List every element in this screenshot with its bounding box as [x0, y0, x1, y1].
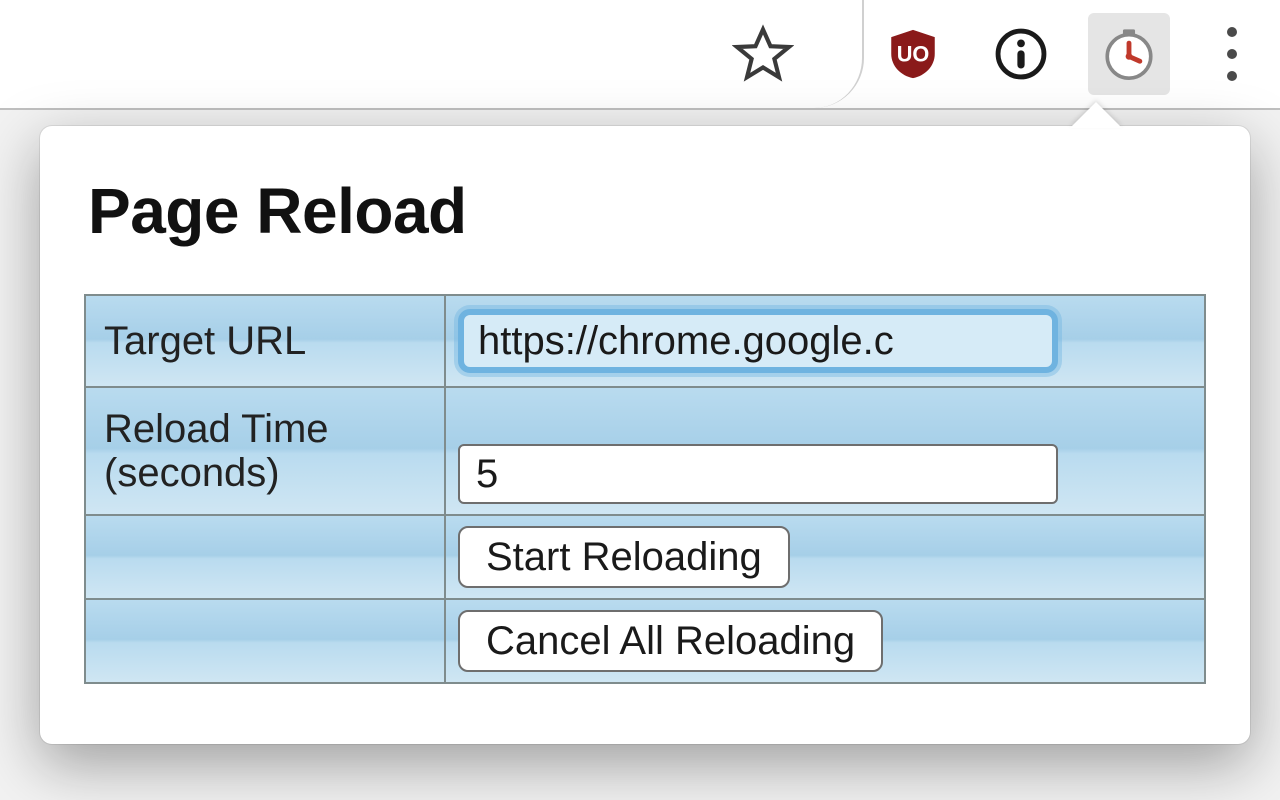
omnibox[interactable] [0, 10, 719, 98]
row-reload-time: Reload Time (seconds) [85, 387, 1205, 515]
reload-time-label: Reload Time (seconds) [85, 387, 445, 515]
settings-table: Target URL Reload Time (seconds) Start R… [84, 294, 1206, 684]
start-cell: Start Reloading [445, 515, 1205, 599]
bookmark-star-icon[interactable] [729, 20, 797, 88]
reload-time-input[interactable] [458, 444, 1058, 504]
ublock-icon[interactable]: UO [872, 13, 954, 95]
page-reload-extension-icon[interactable] [1088, 13, 1170, 95]
extension-icons: UO [864, 13, 1270, 95]
row-cancel: Cancel All Reloading [85, 599, 1205, 683]
empty-cell-2 [85, 599, 445, 683]
row-start: Start Reloading [85, 515, 1205, 599]
cancel-all-reloading-button[interactable]: Cancel All Reloading [458, 610, 883, 672]
empty-cell-1 [85, 515, 445, 599]
omnibox-wrap [0, 0, 864, 108]
target-url-input[interactable] [458, 309, 1058, 373]
svg-text:UO: UO [897, 41, 930, 66]
start-reloading-button[interactable]: Start Reloading [458, 526, 790, 588]
target-url-cell [445, 295, 1205, 387]
cancel-cell: Cancel All Reloading [445, 599, 1205, 683]
reload-time-cell [445, 387, 1205, 515]
popup-title: Page Reload [88, 174, 1206, 248]
page-reload-popup: Page Reload Target URL Reload Time (seco… [40, 126, 1250, 744]
row-target-url: Target URL [85, 295, 1205, 387]
browser-toolbar: UO [0, 0, 1280, 110]
info-icon[interactable] [980, 13, 1062, 95]
browser-menu-icon[interactable] [1202, 13, 1262, 95]
target-url-label: Target URL [85, 295, 445, 387]
